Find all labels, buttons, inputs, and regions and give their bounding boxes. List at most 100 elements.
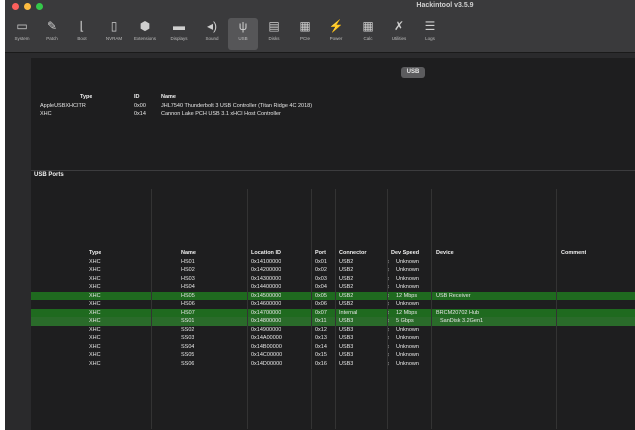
table-cell: HS07 (181, 309, 195, 316)
toolbar-disks[interactable]: ▤ Disks (259, 18, 289, 50)
column-header: Location ID (251, 250, 281, 256)
table-cell: Unknown (396, 258, 419, 265)
table-cell: 0x11 (315, 318, 327, 324)
toolbar-label: Extensions (133, 36, 156, 41)
table-cell: HS05 (181, 292, 195, 299)
column-header: ID (134, 94, 140, 100)
table-row[interactable]: XHC SS02 0x14900000 0x12 USB3 Unknown ↕ (31, 326, 635, 335)
table-cell: 0x14100000 (251, 258, 282, 265)
table-cell: 0x13 (315, 335, 327, 341)
table-cell: 12 Mbps (396, 309, 418, 316)
table-row[interactable]: XHC HS06 0x14600000 0x06 USB2 Unknown ↕ (31, 300, 635, 309)
table-cell: Unknown (396, 275, 419, 282)
table-cell: 0x16 (315, 360, 327, 367)
table-row[interactable]: AppleUSBXHCITR 0x00 JHL7540 Thunderbolt 3 … (31, 102, 635, 111)
pen-icon: ✎ (46, 19, 58, 33)
table-cell: USB3 (339, 352, 354, 358)
toolbar-pcie[interactable]: ▦ PCIe (290, 18, 320, 50)
table-cell: USB3 (339, 343, 354, 350)
toolbar-system[interactable]: ▭ System (7, 18, 37, 50)
table-cell: Internal (339, 309, 358, 316)
table-cell: 5 Gbps (396, 318, 414, 324)
table-cell: HS02 (181, 267, 195, 273)
table-cell: XHC (89, 258, 101, 265)
toolbar-logs[interactable]: ☰ Logs (415, 18, 445, 50)
table-row[interactable]: XHC HS04 0x14400000 0x04 USB2 Unknown ↕ (31, 283, 635, 292)
table-cell: Cannon Lake PCH USB 3.1 xHCI Host Contro… (161, 111, 281, 117)
toolbar-usb[interactable]: ψ USB (228, 18, 258, 50)
table-cell: SS03 (181, 335, 195, 341)
table-cell: XHC (89, 318, 101, 324)
toolbar-label: NVRAM (105, 36, 123, 41)
table-cell: 0x14 (134, 111, 146, 117)
table-cell: USB3 (339, 335, 354, 341)
toolbar-label: Displays (170, 36, 188, 41)
table-cell: 0x14600000 (251, 301, 282, 307)
table-cell: 0x15 (315, 352, 327, 358)
table-cell: 0x14200000 (251, 267, 282, 273)
section-divider (31, 170, 635, 171)
table-cell: USB2 (339, 301, 354, 307)
table-row[interactable]: XHC 0x14 Cannon Lake PCH USB 3.1 xHCI Host… (31, 110, 635, 119)
column-header: Name (181, 250, 196, 256)
column-header: Name (161, 94, 176, 100)
table-cell: 0x00 (134, 102, 146, 109)
toolbar-extensions[interactable]: ⬢ Extensions (130, 18, 160, 50)
table-cell: 0x04 (315, 284, 327, 290)
table-cell: USB2 (339, 258, 354, 265)
toolbar-displays[interactable]: ▬ Displays (164, 18, 194, 50)
table-cell: 0x14900000 (251, 326, 282, 333)
table-cell: 0x14300000 (251, 275, 282, 282)
table-cell: XHC (89, 309, 101, 316)
column-header: Connector (339, 250, 367, 256)
table-cell: SS02 (181, 326, 195, 333)
table-cell: 0x14 (315, 343, 327, 350)
table-cell: 0x14A00000 (251, 335, 282, 341)
power-icon: ⚡ (328, 19, 344, 33)
table-cell: HS04 (181, 284, 195, 290)
table-cell: 0x14800000 (251, 318, 282, 324)
column-header: Type (89, 250, 102, 256)
toolbar-sound[interactable]: ◂) Sound (197, 18, 227, 50)
toolbar-patch[interactable]: ✎ Patch (37, 18, 67, 50)
toolbar-calc[interactable]: ▦ Calc (353, 18, 383, 50)
table-cell: 0x03 (315, 275, 327, 282)
toolbar-label: Boot (77, 36, 87, 41)
toolbar-power[interactable]: ⚡ Power (321, 18, 351, 50)
table-row[interactable]: XHC HS03 0x14300000 0x03 USB2 Unknown ↕ (31, 275, 635, 284)
table-row[interactable]: XHC HS01 0x14100000 0x01 USB2 Unknown ↕ (31, 258, 635, 267)
table-row[interactable]: XHC HS07 0x14700000 0x07 Internal 12 Mbps BRCM… (31, 308, 635, 317)
calculator-icon: ▦ (362, 19, 374, 33)
table-cell: USB2 (339, 284, 354, 290)
table-row[interactable]: XHC SS04 0x14B00000 0x14 USB3 Unknown ↕ (31, 343, 635, 352)
table-cell: Unknown (396, 360, 419, 367)
table-row[interactable]: XHC SS05 0x14C00000 0x15 USB3 Unknown ↕ (31, 351, 635, 360)
table-row[interactable]: XHC SS06 0x14D00000 0x16 USB3 Unknown ↕ (31, 360, 635, 369)
table-cell: USB2 (339, 267, 354, 273)
window-title: Hackintool v3.5.9 (416, 2, 474, 9)
table-cell: USB3 (339, 360, 354, 367)
table-cell: 0x07 (315, 309, 327, 316)
monitor-icon: ▭ (16, 19, 28, 33)
toolbar-label: Calc (363, 36, 373, 41)
table-cell: XHC (89, 292, 101, 299)
usb-tab-pill[interactable]: USB (401, 67, 425, 78)
speaker-icon: ◂) (206, 19, 218, 33)
table-row[interactable]: XHC HS02 0x14200000 0x02 USB2 Unknown ↕ (31, 266, 635, 275)
table-cell: XHC (89, 267, 101, 273)
toolbar-utilities[interactable]: ✗ Utilities (384, 18, 414, 50)
toolbar-label: Patch (46, 36, 58, 41)
toolbar-label: Logs (425, 36, 435, 41)
table-row[interactable]: XHC HS05 0x14500000 0x05 USB2 12 Mbps USB Rece… (31, 291, 635, 300)
memory-icon: ▯ (110, 19, 118, 33)
column-header: Dev Speed (391, 250, 420, 256)
table-row[interactable]: XHC SS03 0x14A00000 0x13 USB3 Unknown ↕ (31, 334, 635, 343)
table-row[interactable]: XHC SS01 0x14800000 0x11 USB3 5 Gbps SanDisk 3… (31, 317, 635, 326)
table-cell: XHC (89, 301, 101, 307)
table-cell: HS06 (181, 301, 195, 307)
toolbar-nvram[interactable]: ▯ NVRAM (99, 18, 129, 50)
table-cell: XHC (89, 352, 101, 358)
table-header: Type Name Location ID Port Connector Dev Spee… (31, 249, 635, 258)
toolbar-boot[interactable]: ⌊ Boot (67, 18, 97, 50)
table-cell: 12 Mbps (396, 292, 418, 299)
